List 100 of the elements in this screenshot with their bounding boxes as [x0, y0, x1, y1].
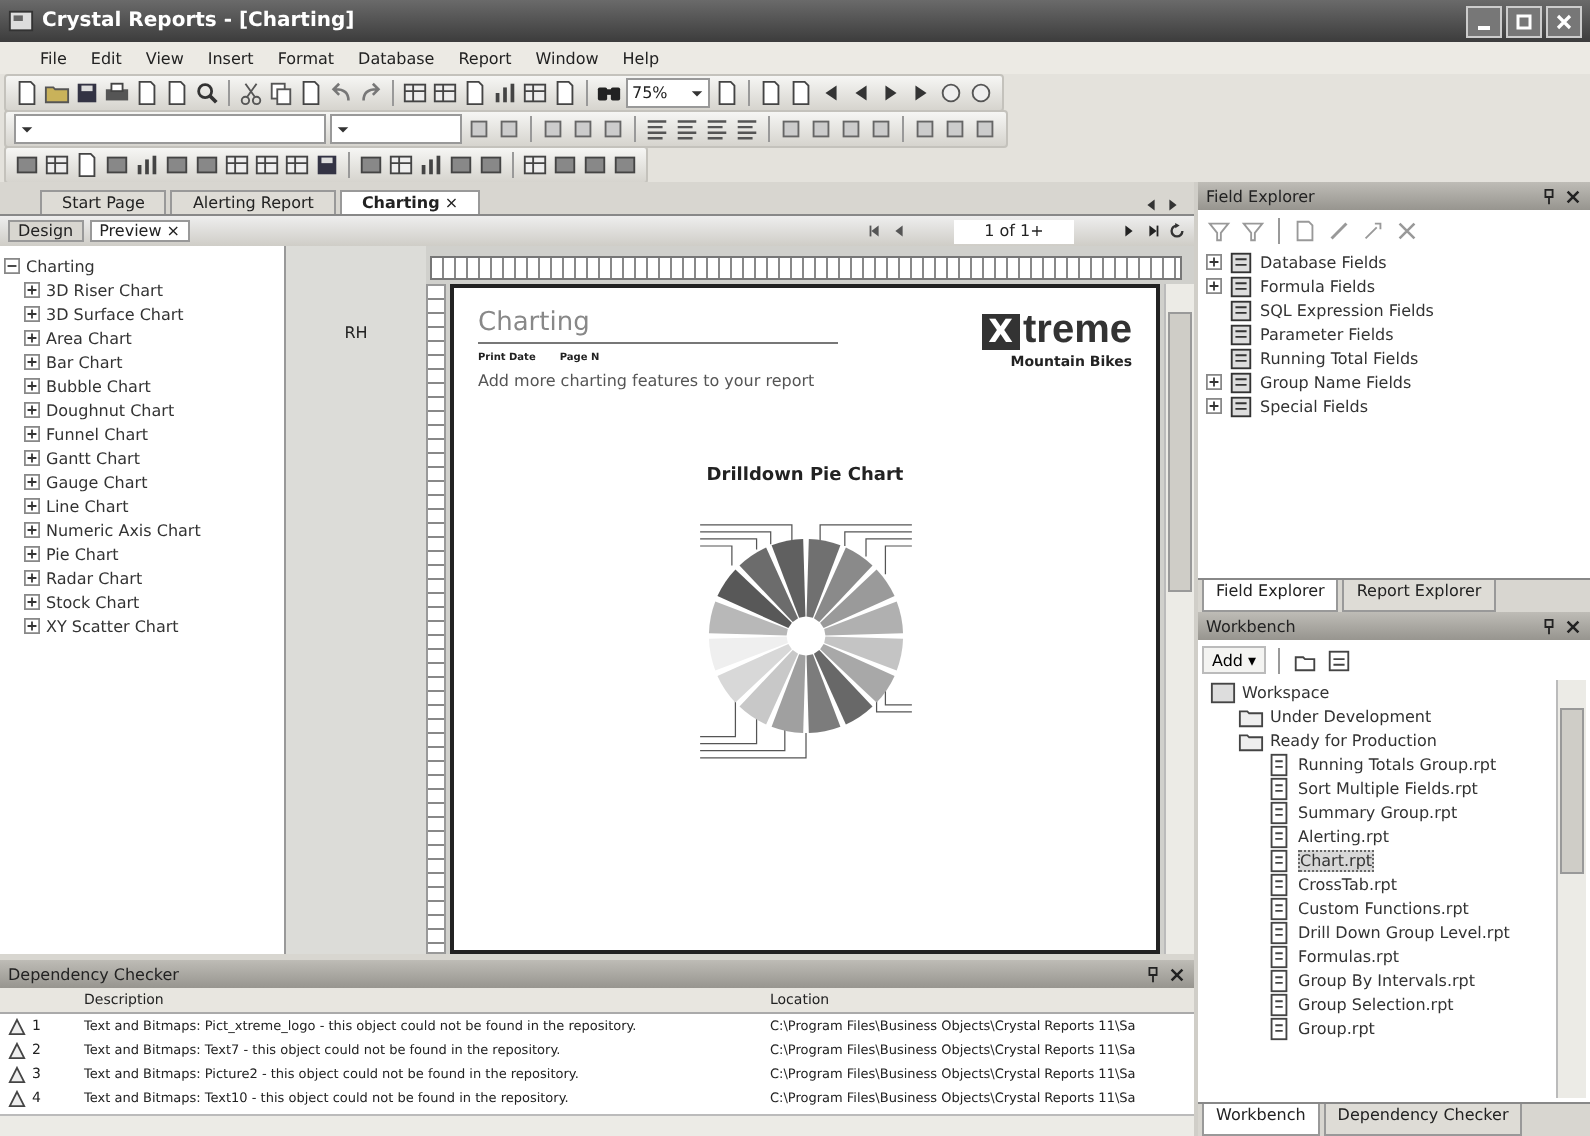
maximize-button[interactable]	[1506, 5, 1542, 37]
tree-item[interactable]: Ready for Production	[1270, 731, 1437, 749]
tree-item[interactable]: Funnel Chart	[46, 425, 149, 443]
format-icon[interactable]	[600, 115, 626, 141]
menu-item[interactable]: Report	[446, 49, 524, 67]
document-icon[interactable]	[74, 151, 100, 177]
tree-item[interactable]: Under Development	[1270, 707, 1432, 725]
view-tab[interactable]: Design	[8, 220, 84, 242]
tree-item[interactable]: Pie Chart	[46, 545, 119, 563]
pencil-icon[interactable]	[1326, 217, 1352, 243]
format-icon[interactable]	[838, 115, 864, 141]
expand-icon[interactable]	[24, 570, 40, 586]
expand-icon[interactable]	[24, 402, 40, 418]
field-row[interactable]: Formula Fields	[1206, 274, 1582, 298]
tree-item[interactable]: Line Chart	[46, 497, 129, 515]
expand-icon[interactable]	[24, 378, 40, 394]
tree-item[interactable]: Running Totals Group.rpt	[1298, 755, 1497, 773]
previous-page-icon[interactable]	[890, 222, 908, 240]
grid-icon[interactable]	[522, 79, 548, 105]
view-tab[interactable]: Preview ×	[89, 220, 191, 242]
document-tab[interactable]: Start Page	[40, 190, 167, 214]
format-icon[interactable]	[466, 115, 492, 141]
circle-icon[interactable]	[968, 79, 994, 105]
tree-item[interactable]: Group By Intervals.rpt	[1298, 971, 1476, 989]
panel-tab[interactable]: Report Explorer	[1342, 580, 1496, 612]
document-tab[interactable]: Alerting Report	[170, 190, 336, 214]
rename-icon[interactable]	[1360, 217, 1386, 243]
insert-icon[interactable]	[612, 151, 638, 177]
menu-item[interactable]: Edit	[78, 49, 134, 67]
tree-item[interactable]: Group Selection.rpt	[1298, 995, 1454, 1013]
expand-icon[interactable]	[24, 594, 40, 610]
expand-icon[interactable]	[1206, 374, 1222, 390]
table-icon[interactable]	[224, 151, 250, 177]
horizontal-scrollbar[interactable]	[0, 1114, 1194, 1136]
field-row[interactable]: Parameter Fields	[1206, 322, 1582, 346]
refresh-icon[interactable]	[1168, 222, 1186, 240]
close-icon[interactable]	[1564, 187, 1582, 205]
menu-item[interactable]: Insert	[195, 49, 266, 67]
first-page-icon[interactable]	[866, 222, 884, 240]
tree-item[interactable]: Summary Group.rpt	[1298, 803, 1458, 821]
field-row[interactable]: Running Total Fields	[1206, 346, 1582, 370]
tree-item[interactable]: Group.rpt	[1298, 1019, 1375, 1037]
tree-item[interactable]: Charting	[26, 257, 95, 275]
panel-tab[interactable]: Workbench	[1202, 1104, 1320, 1136]
align-icon[interactable]	[644, 115, 670, 141]
field-row[interactable]: Group Name Fields	[1206, 370, 1582, 394]
delete-icon[interactable]	[1394, 217, 1420, 243]
format-icon[interactable]	[778, 115, 804, 141]
document-icon[interactable]	[134, 79, 160, 105]
document-icon[interactable]	[462, 79, 488, 105]
next-page-icon[interactable]	[1120, 222, 1138, 240]
menu-item[interactable]: View	[133, 49, 196, 67]
tree-item[interactable]: Numeric Axis Chart	[46, 521, 201, 539]
table-icon[interactable]	[388, 151, 414, 177]
scissors-icon[interactable]	[238, 79, 264, 105]
minimize-button[interactable]	[1466, 5, 1502, 37]
document-icon[interactable]	[164, 79, 190, 105]
chart-icon[interactable]	[492, 79, 518, 105]
tree-item[interactable]: Chart.rpt	[1298, 849, 1375, 871]
expand-icon[interactable]	[1206, 398, 1222, 414]
tree-item[interactable]: Drill Down Group Level.rpt	[1298, 923, 1510, 941]
menu-item[interactable]: Database	[346, 49, 447, 67]
insert-icon[interactable]	[582, 151, 608, 177]
expand-icon[interactable]	[24, 618, 40, 634]
tree-item[interactable]: Group Name Fields	[1260, 373, 1412, 391]
chart-icon[interactable]	[418, 151, 444, 177]
undo-icon[interactable]	[328, 79, 354, 105]
format-icon[interactable]	[868, 115, 894, 141]
tree-item[interactable]: 3D Riser Chart	[46, 281, 163, 299]
insert-icon[interactable]	[14, 151, 40, 177]
tree-item[interactable]: Gauge Chart	[46, 473, 148, 491]
tree-item[interactable]: Bubble Chart	[46, 377, 151, 395]
add-button[interactable]: Add ▾	[1202, 646, 1267, 674]
expand-icon[interactable]	[24, 546, 40, 562]
expand-icon[interactable]	[1206, 254, 1222, 270]
properties-icon[interactable]	[1326, 647, 1353, 673]
menu-item[interactable]: Window	[523, 49, 611, 67]
close-icon[interactable]	[1168, 965, 1186, 983]
menu-item[interactable]: File	[28, 49, 79, 67]
table-icon[interactable]	[254, 151, 280, 177]
expand-icon[interactable]	[24, 306, 40, 322]
last-page-icon[interactable]	[1144, 222, 1162, 240]
expand-icon[interactable]	[24, 522, 40, 538]
field-row[interactable]: SQL Expression Fields	[1206, 298, 1582, 322]
menu-item[interactable]: Help	[610, 49, 672, 67]
zoom-combo[interactable]: 75%	[626, 77, 710, 107]
tree-item[interactable]: Bar Chart	[46, 353, 123, 371]
pin-icon[interactable]	[1144, 965, 1162, 983]
tree-item[interactable]: Running Total Fields	[1260, 349, 1419, 367]
align-icon[interactable]	[734, 115, 760, 141]
document-icon[interactable]	[788, 79, 814, 105]
insert-icon[interactable]	[358, 151, 384, 177]
format-icon[interactable]	[972, 115, 998, 141]
expand-icon[interactable]	[24, 354, 40, 370]
tree-item[interactable]: Custom Functions.rpt	[1298, 899, 1469, 917]
pin-icon[interactable]	[1540, 617, 1558, 635]
tree-item[interactable]: Database Fields	[1260, 253, 1387, 271]
format-icon[interactable]	[912, 115, 938, 141]
pages-icon[interactable]	[268, 79, 294, 105]
align-icon[interactable]	[674, 115, 700, 141]
